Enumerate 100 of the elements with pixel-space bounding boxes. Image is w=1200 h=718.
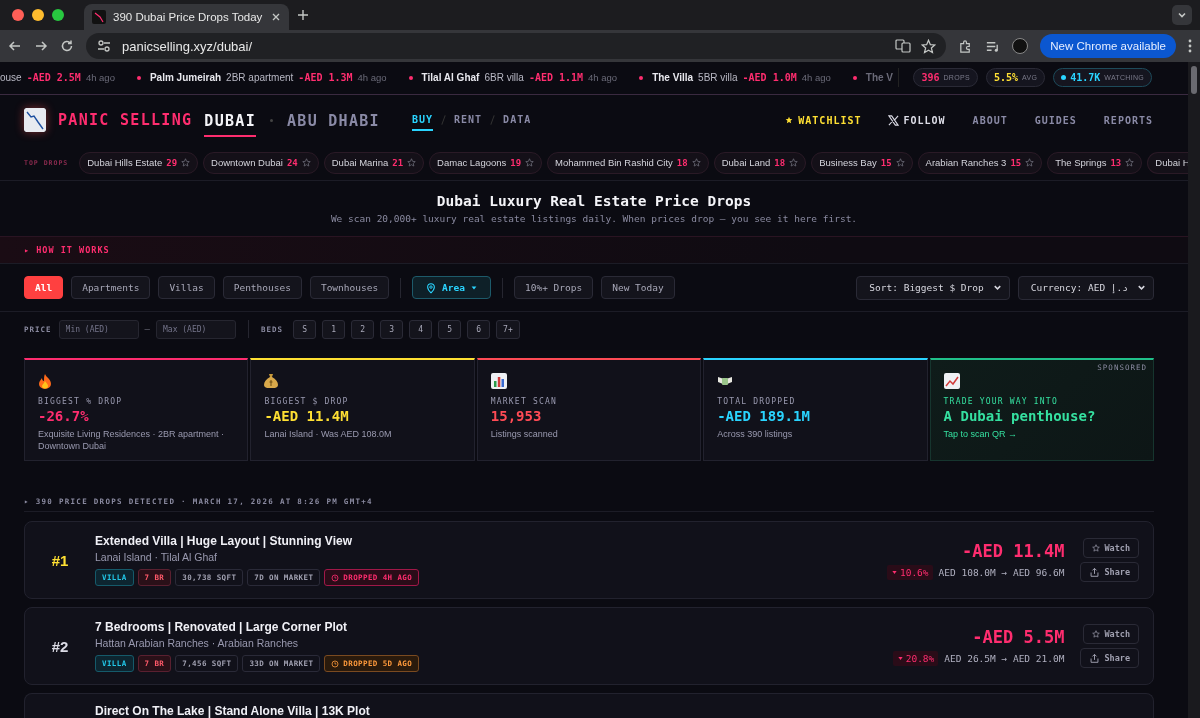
currency-dropdown[interactable]: Currency: AED د.إ [1017, 275, 1154, 300]
stat-note: Exquisite Living Residences · 2BR apartment · Downtown Dubai [38, 428, 226, 453]
stat-label: MARKET SCAN [490, 397, 558, 406]
stat-value: 5.5% [993, 72, 1018, 84]
menu-button[interactable] [1188, 39, 1192, 53]
area-chip[interactable]: Dubai Marina 21 [323, 151, 425, 174]
watch-button[interactable]: Watch [1083, 538, 1139, 558]
money-bag-icon [264, 373, 279, 389]
browser-tab[interactable]: 390 Dubai Price Drops Today [84, 4, 289, 30]
star-icon [1092, 630, 1101, 638]
ticker-time: 4h ago [588, 72, 618, 84]
listing-title: Extended Villa | Huge Layout | Stunning View [95, 534, 353, 548]
scrollbar[interactable] [1188, 62, 1200, 718]
address-bar[interactable]: panicselling.xyz/dubai/ [86, 33, 947, 59]
down-triangle-icon [890, 568, 898, 576]
forward-icon [34, 39, 48, 53]
mode-tab[interactable]: RENT [454, 109, 483, 131]
ticker-type: 5BR villa [698, 72, 738, 84]
x-mark-icon [888, 114, 900, 126]
area-chip[interactable]: Business Bay 15 [811, 151, 913, 174]
reload-button[interactable] [60, 39, 74, 53]
sort-dropdown[interactable]: Sort: Biggest $ Drop [856, 275, 1010, 300]
mode-tab[interactable]: DATA [503, 109, 532, 131]
area-chip[interactable]: Dubai Hills Estate 29 [79, 151, 199, 174]
brand-name: PANIC SELLING [58, 111, 193, 130]
star-icon [301, 158, 311, 168]
min-price-field[interactable]: Min (AED) [58, 319, 139, 339]
share-icon [1089, 652, 1101, 664]
beds-option[interactable]: 3 [380, 319, 404, 339]
beds-option[interactable]: 2 [351, 319, 375, 339]
page-subtitle: We scan 20,000+ luxury real estate listings daily. When prices drop — you see it here first. [330, 213, 858, 224]
pin-icon [425, 281, 438, 294]
share-button[interactable]: Share [1080, 648, 1139, 668]
area-chip[interactable]: Dubai H [1147, 151, 1188, 174]
star-icon [407, 158, 417, 168]
quick-filter[interactable]: 10%+ Drops [514, 276, 594, 299]
area-chip[interactable]: Mohammed Bin Rashid City 18 [547, 151, 709, 174]
bar-chart-icon [490, 373, 507, 389]
stat-label: TOTAL DROPPED [717, 397, 797, 406]
bullet-dot [136, 75, 141, 80]
star-icon [525, 158, 535, 168]
type-filter[interactable]: Penthouses [222, 276, 302, 299]
ticker-type: 6BR villa [484, 72, 524, 84]
area-chip[interactable]: The Springs 13 [1047, 151, 1143, 174]
beds-option[interactable]: 1 [322, 319, 346, 339]
watch-button[interactable]: Watch [1083, 624, 1139, 644]
tab-title: 390 Dubai Price Drops Today [113, 11, 264, 23]
tab-list-button[interactable] [1172, 5, 1192, 25]
watchlist-link[interactable]: WATCHLIST [785, 114, 862, 126]
star-icon [691, 158, 701, 168]
quick-filter[interactable]: New Today [601, 276, 675, 299]
bullet-dot [639, 75, 644, 80]
forward-button[interactable] [34, 39, 48, 53]
beds-option[interactable]: 4 [409, 319, 433, 339]
profile-avatar[interactable] [1012, 38, 1029, 54]
bookmark-star-icon [921, 38, 937, 54]
ad-label: TRADE YOUR WAY INTO [943, 397, 1059, 406]
type-filter[interactable]: Townhouses [309, 276, 390, 299]
nav-link[interactable]: ABOUT [972, 114, 1008, 126]
max-price-field[interactable]: Max (AED) [156, 319, 236, 339]
nav-link[interactable]: REPORTS [1103, 114, 1153, 126]
area-chip[interactable]: Damac Lagoons 19 [429, 151, 543, 174]
down-triangle-icon [896, 654, 904, 662]
ticker-type: ouse [0, 72, 22, 84]
listing-location: Lanai Island · Tilal Al Ghaf [95, 551, 218, 563]
price-change: AED 108.0M → AED 96.6M [938, 566, 1065, 578]
new-tab-button[interactable] [297, 9, 309, 21]
update-button[interactable]: New Chrome available [1040, 34, 1176, 58]
follow-link[interactable]: FOLLOW [888, 114, 946, 126]
area-chip[interactable]: Arabian Ranches 3 15 [917, 151, 1043, 174]
city-tab[interactable]: ABU DHABI [286, 107, 380, 138]
drop-percent: 10.6% [886, 564, 933, 580]
back-button[interactable] [8, 39, 22, 53]
beds-option[interactable]: S [293, 319, 317, 339]
favicon-icon [92, 10, 106, 24]
beds-option[interactable]: 6 [467, 319, 491, 339]
maximize-button[interactable] [52, 9, 64, 21]
beds-option[interactable]: 7+ [496, 319, 520, 339]
share-button[interactable]: Share [1080, 562, 1139, 582]
ticker-place: Tilal Al Ghaf [421, 72, 480, 84]
reload-icon [60, 39, 74, 53]
flame-icon [38, 373, 52, 389]
close-button[interactable] [12, 9, 24, 21]
area-chip[interactable]: Dubai Land 18 [713, 151, 807, 174]
area-chip[interactable]: Downtown Dubai 24 [203, 151, 319, 174]
scrollbar-thumb[interactable] [1191, 66, 1197, 94]
city-tab[interactable]: DUBAI [204, 107, 256, 138]
area-dropdown[interactable]: Area [412, 276, 491, 299]
star-icon [1092, 544, 1101, 552]
stat-value: -AED 189.1M [717, 408, 811, 424]
type-filter[interactable]: Villas [158, 276, 215, 299]
how-it-works-toggle[interactable]: ▸ HOW IT WORKS [24, 245, 110, 255]
mode-tab[interactable]: BUY [411, 109, 433, 131]
url-text: panicselling.xyz/dubai/ [122, 38, 254, 54]
minimize-button[interactable] [32, 9, 44, 21]
nav-link[interactable]: GUIDES [1034, 114, 1077, 126]
star-icon [789, 158, 799, 168]
share-icon [1089, 566, 1101, 578]
beds-option[interactable]: 5 [438, 319, 462, 339]
type-filter[interactable]: Apartments [71, 276, 151, 299]
